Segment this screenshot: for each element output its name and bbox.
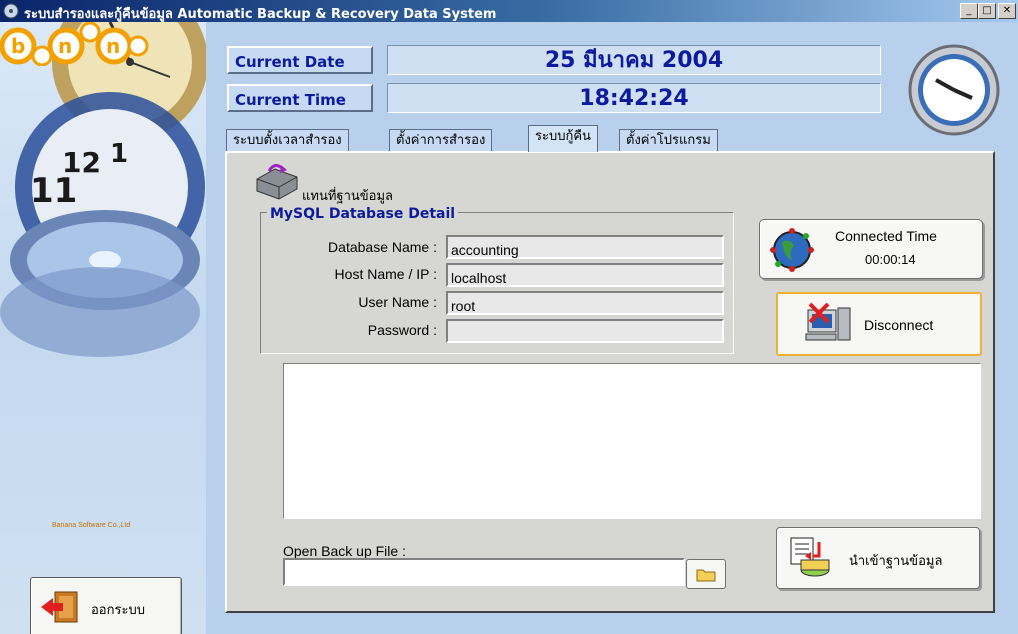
user-name-field[interactable]: root (446, 291, 724, 315)
globe-icon (770, 228, 814, 272)
banana-brand-logo: b n n (0, 22, 149, 66)
tab-restore[interactable]: ระบบกู้คืน (528, 125, 598, 152)
current-date-value: 25 มีนาคม 2004 (387, 45, 881, 75)
disconnect-button-label: Disconnect (864, 317, 934, 333)
host-name-label: Host Name / IP : (334, 266, 437, 282)
folder-icon (696, 569, 716, 582)
svg-text:n: n (106, 34, 120, 58)
panel-title: แทนที่ฐานข้อมูล (302, 189, 393, 204)
window-title: ระบบสำรองและกู้คืนข้อมูล Automatic Backu… (24, 7, 497, 22)
current-time-value: 18:42:24 (387, 83, 881, 113)
maximize-button[interactable]: □ (978, 3, 996, 19)
database-icon (256, 164, 298, 200)
user-name-label: User Name : (358, 294, 437, 310)
exit-button[interactable]: ออกระบบ (30, 577, 182, 634)
import-button-label: นำเข้าฐานข้อมูล (849, 554, 943, 569)
open-backup-file-label: Open Back up File : (283, 543, 406, 559)
tab-program-settings[interactable]: ตั้งค่าโปรแกรม (619, 129, 718, 151)
clock-icon (908, 44, 1000, 136)
current-time-label: Current Time (227, 84, 373, 112)
import-icon (790, 537, 830, 577)
clock-disc-artwork: 11 12 1 (0, 22, 206, 357)
minimize-button[interactable]: _ (960, 3, 978, 19)
backup-file-path-input[interactable] (283, 558, 685, 586)
tab-backup-settings[interactable]: ตั้งค่าการสำรอง (389, 129, 493, 151)
password-label: Password : (367, 322, 437, 338)
svg-text:n: n (58, 34, 72, 58)
browse-folder-button[interactable] (686, 559, 726, 589)
title-bar: ระบบสำรองและกู้คืนข้อมูล Automatic Backu… (0, 0, 1018, 22)
restore-panel: แทนที่ฐานข้อมูล MySQL Database Detail Da… (225, 151, 995, 613)
svg-text:b: b (11, 34, 25, 58)
disconnect-button[interactable]: Disconnect (776, 292, 982, 356)
database-name-field[interactable]: accounting (446, 235, 724, 259)
computer-disconnect-icon (805, 302, 851, 341)
host-name-field[interactable]: localhost (446, 263, 724, 287)
password-field[interactable] (446, 319, 724, 343)
left-art-panel: 11 12 1 b n n Banana Software Co.,Ltd ออ… (0, 22, 206, 634)
mysql-detail-title: MySQL Database Detail (267, 206, 459, 222)
exit-button-label: ออกระบบ (91, 603, 145, 618)
log-output-box[interactable] (283, 363, 981, 519)
connected-time-value: 00:00:14 (865, 252, 916, 267)
import-database-button[interactable]: นำเข้าฐานข้อมูล (776, 527, 980, 589)
svg-text:12: 12 (62, 146, 101, 179)
connected-time-title: Connected Time (835, 228, 937, 244)
brand-subtitle: Banana Software Co.,Ltd (52, 522, 131, 529)
close-button[interactable]: ✕ (998, 3, 1016, 19)
app-disk-icon (3, 3, 19, 19)
tab-backup-schedule[interactable]: ระบบตั้งเวลาสำรอง (226, 129, 349, 151)
main-area: Current Date 25 มีนาคม 2004 Current Time… (206, 22, 1018, 634)
current-date-label: Current Date (227, 46, 373, 74)
connected-time-button[interactable]: Connected Time 00:00:14 (759, 219, 983, 279)
svg-text:1: 1 (110, 139, 128, 169)
exit-door-icon (41, 591, 78, 623)
database-name-label: Database Name : (328, 239, 437, 255)
